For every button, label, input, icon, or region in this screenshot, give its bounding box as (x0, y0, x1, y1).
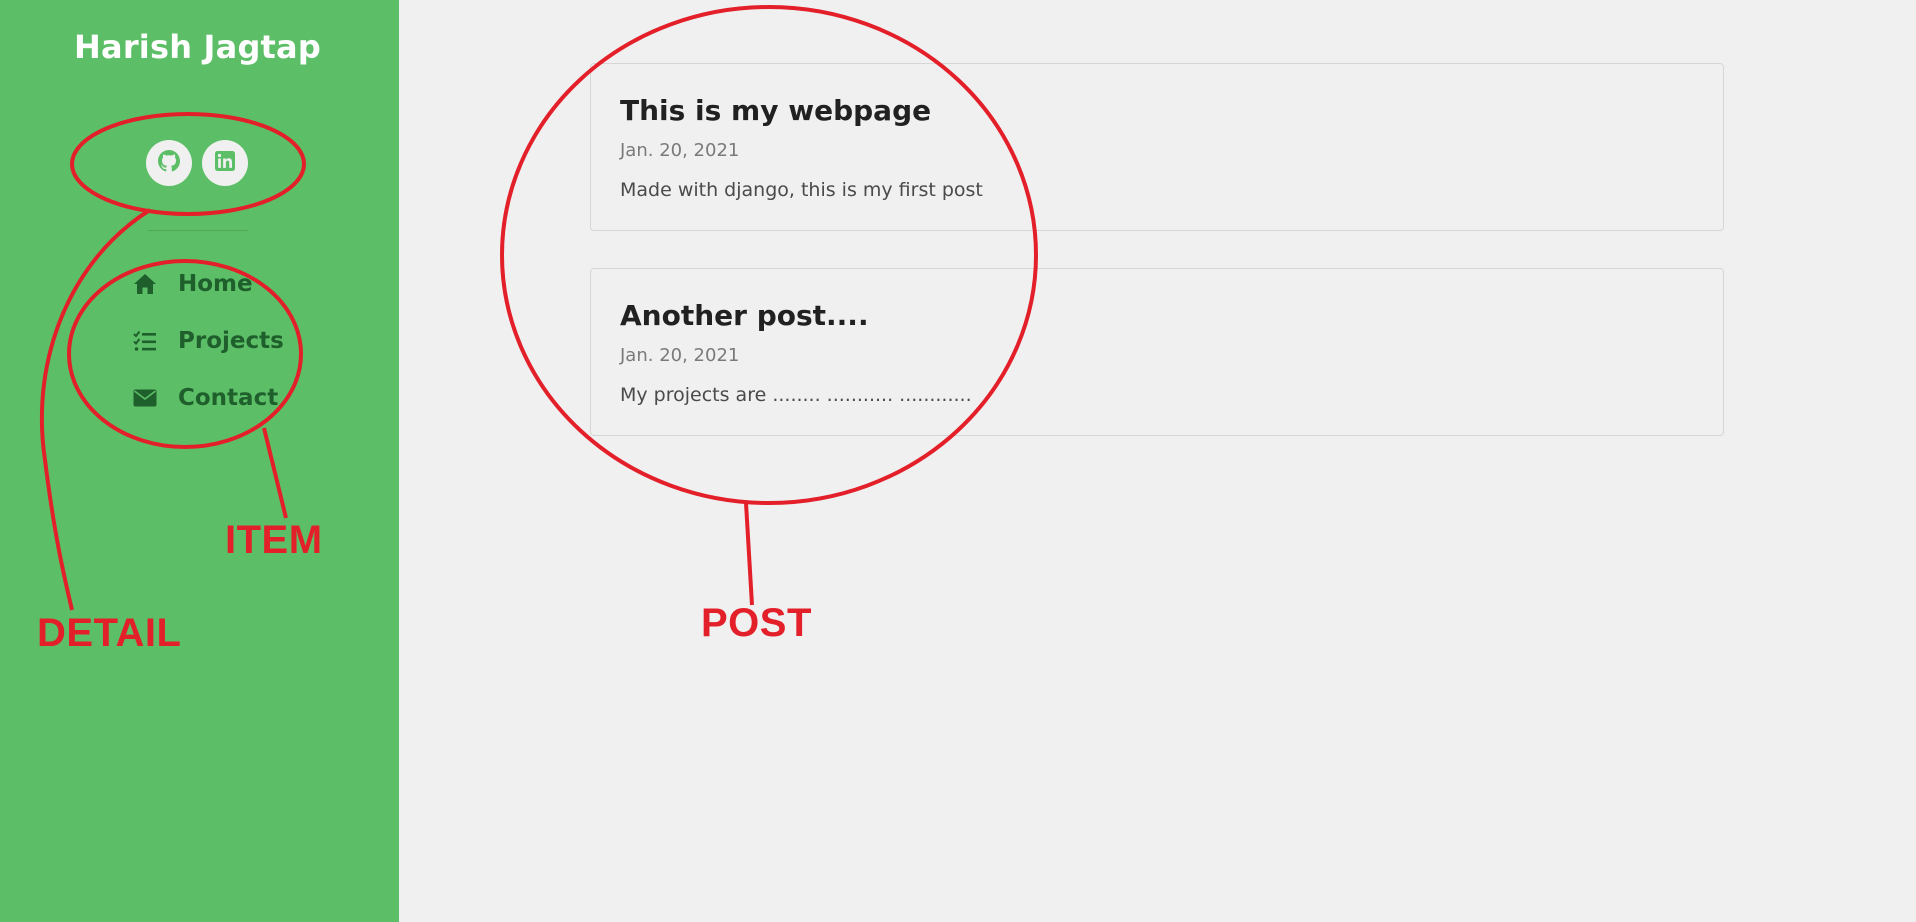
github-link[interactable] (146, 140, 192, 186)
post-title[interactable]: Another post.... (620, 299, 869, 332)
nav-item-projects[interactable]: Projects (132, 323, 284, 359)
page: Harish Jagtap Home Projects Contact This… (0, 0, 1916, 922)
sidebar: Harish Jagtap Home Projects Contact (0, 0, 399, 922)
envelope-icon (132, 385, 158, 411)
tasks-icon (132, 328, 158, 354)
post-body: My projects are ........ ........... ...… (620, 384, 972, 406)
sidebar-divider (148, 230, 248, 231)
post-card: Another post.... Jan. 20, 2021 My projec… (590, 268, 1724, 436)
post-title[interactable]: This is my webpage (620, 94, 931, 127)
nav-item-home[interactable]: Home (132, 266, 253, 302)
post-date: Jan. 20, 2021 (620, 140, 740, 161)
nav-item-label: Contact (178, 385, 279, 411)
nav-item-label: Home (178, 271, 253, 297)
post-date: Jan. 20, 2021 (620, 345, 740, 366)
detail-annotation-label: DETAIL (37, 611, 182, 655)
post-card: This is my webpage Jan. 20, 2021 Made wi… (590, 63, 1724, 231)
home-icon (132, 271, 158, 297)
nav-item-contact[interactable]: Contact (132, 380, 278, 416)
item-annotation-label: ITEM (225, 518, 323, 562)
post-body: Made with django, this is my first post (620, 179, 983, 201)
site-title[interactable]: Harish Jagtap (0, 28, 395, 66)
nav-item-label: Projects (178, 328, 284, 354)
post-annotation-line (744, 502, 754, 606)
github-icon (158, 150, 180, 176)
linkedin-link[interactable] (202, 140, 248, 186)
post-annotation-label: POST (701, 601, 812, 645)
linkedin-icon (215, 151, 235, 175)
